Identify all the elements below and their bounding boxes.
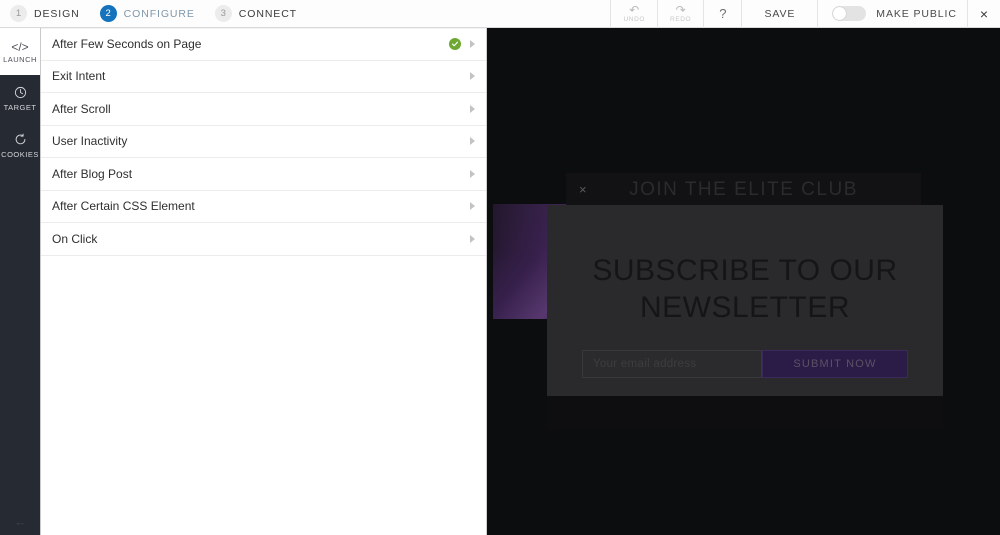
table-row[interactable]: After Scroll	[41, 93, 486, 126]
clock-icon	[14, 86, 27, 102]
wizard-step-configure[interactable]: 2 CONFIGURE	[99, 5, 195, 22]
undo-arrow-icon: ↶	[629, 2, 640, 17]
sidebar-item-target[interactable]: TARGET	[0, 75, 40, 122]
row-controls	[470, 104, 486, 113]
table-row[interactable]: On Click	[41, 223, 486, 256]
popup-preview-panel: × JOIN THE ELITE CLUB SUBSCRIBE TO OUR N…	[487, 28, 1000, 535]
trigger-label: After Scroll	[52, 101, 111, 116]
sidebar-item-label-cookies: COOKIES	[1, 149, 39, 159]
back-arrow-icon: ←	[14, 514, 27, 529]
make-public-toggle-group[interactable]: MAKE PUBLIC	[817, 0, 967, 28]
table-row[interactable]: User Inactivity	[41, 125, 486, 158]
wizard-steps: 1 DESIGN 2 CONFIGURE 3 CONNECT	[0, 0, 317, 27]
save-label: SAVE	[764, 7, 796, 20]
top-toolbar: 1 DESIGN 2 CONFIGURE 3 CONNECT ↶ UNDO ↷ …	[0, 0, 1000, 28]
step-label-connect: CONNECT	[238, 7, 297, 20]
subscribe-form: Your email address SUBMIT NOW	[582, 350, 908, 378]
toolbar-actions: ↶ UNDO ↷ REDO ? SAVE MAKE PUBLIC ×	[610, 0, 1000, 28]
trigger-label: Exit Intent	[52, 69, 106, 84]
left-sidebar: </> LAUNCH TARGET COOKIES ←	[0, 28, 41, 535]
cookie-refresh-icon	[14, 133, 27, 149]
check-circle-icon	[449, 38, 461, 51]
newsletter-popup-card: SUBSCRIBE TO OUR NEWSLETTER Your email a…	[547, 205, 943, 396]
trigger-label: After Few Seconds on Page	[52, 37, 202, 52]
row-controls	[470, 72, 486, 81]
step-label-design: DESIGN	[34, 7, 80, 20]
code-brackets-icon: </>	[11, 39, 29, 54]
redo-arrow-icon: ↷	[675, 2, 686, 17]
chevron-right-icon[interactable]	[470, 202, 475, 211]
email-input[interactable]: Your email address	[582, 350, 762, 378]
preview-lower-strip	[547, 396, 943, 430]
make-public-toggle[interactable]	[832, 6, 867, 21]
row-controls	[470, 202, 486, 211]
sidebar-item-launch[interactable]: </> LAUNCH	[0, 28, 40, 75]
trigger-list-panel: After Few Seconds on Page Exit Intent Af…	[41, 28, 487, 535]
trigger-label: User Inactivity	[52, 134, 128, 149]
row-controls	[449, 38, 486, 51]
step-number-1: 1	[10, 5, 27, 22]
chevron-right-icon[interactable]	[470, 169, 475, 178]
redo-button[interactable]: ↷ REDO	[657, 0, 703, 28]
step-number-3: 3	[214, 5, 232, 22]
trigger-label: After Certain CSS Element	[52, 199, 195, 214]
popup-headline: SUBSCRIBE TO OUR NEWSLETTER	[592, 254, 898, 324]
sidebar-collapse-button[interactable]: ←	[0, 514, 41, 529]
save-button[interactable]: SAVE	[741, 0, 817, 28]
table-row[interactable]: After Few Seconds on Page	[41, 28, 486, 61]
row-controls	[470, 169, 486, 178]
step-number-2: 2	[99, 5, 117, 22]
question-mark-icon: ?	[719, 6, 727, 21]
chevron-right-icon[interactable]	[470, 234, 475, 243]
sidebar-item-cookies[interactable]: COOKIES	[0, 122, 40, 169]
toggle-knob	[833, 7, 847, 20]
wizard-step-design[interactable]: 1 DESIGN	[10, 5, 80, 22]
close-icon: ×	[979, 5, 988, 22]
sidebar-item-label-target: TARGET	[3, 102, 37, 112]
undo-label: UNDO	[623, 15, 646, 23]
chevron-right-icon[interactable]	[470, 72, 475, 81]
preview-canvas: × JOIN THE ELITE CLUB SUBSCRIBE TO OUR N…	[487, 28, 1000, 535]
help-button[interactable]: ?	[703, 0, 741, 28]
submit-now-button[interactable]: SUBMIT NOW	[762, 350, 908, 378]
chevron-right-icon[interactable]	[470, 137, 475, 146]
undo-button[interactable]: ↶ UNDO	[610, 0, 657, 28]
make-public-label: MAKE PUBLIC	[876, 7, 957, 20]
chevron-right-icon[interactable]	[470, 104, 475, 113]
table-row[interactable]: After Certain CSS Element	[41, 190, 486, 223]
step-label-configure: CONFIGURE	[123, 7, 195, 20]
trigger-label: After Blog Post	[52, 166, 133, 181]
trigger-label: On Click	[52, 231, 98, 246]
app-root: 1 DESIGN 2 CONFIGURE 3 CONNECT ↶ UNDO ↷ …	[0, 0, 1000, 535]
row-controls	[470, 234, 486, 243]
sidebar-item-label-launch: LAUNCH	[3, 54, 37, 64]
table-row[interactable]: After Blog Post	[41, 158, 486, 191]
close-button[interactable]: ×	[966, 0, 1000, 28]
chevron-right-icon[interactable]	[470, 40, 475, 49]
row-controls	[470, 137, 486, 146]
wizard-step-connect[interactable]: 3 CONNECT	[214, 5, 297, 22]
table-row[interactable]: Exit Intent	[41, 60, 486, 93]
redo-label: REDO	[670, 15, 692, 23]
preview-bar-title: JOIN THE ELITE CLUB	[629, 178, 858, 200]
preview-top-bar: × JOIN THE ELITE CLUB	[566, 173, 921, 206]
